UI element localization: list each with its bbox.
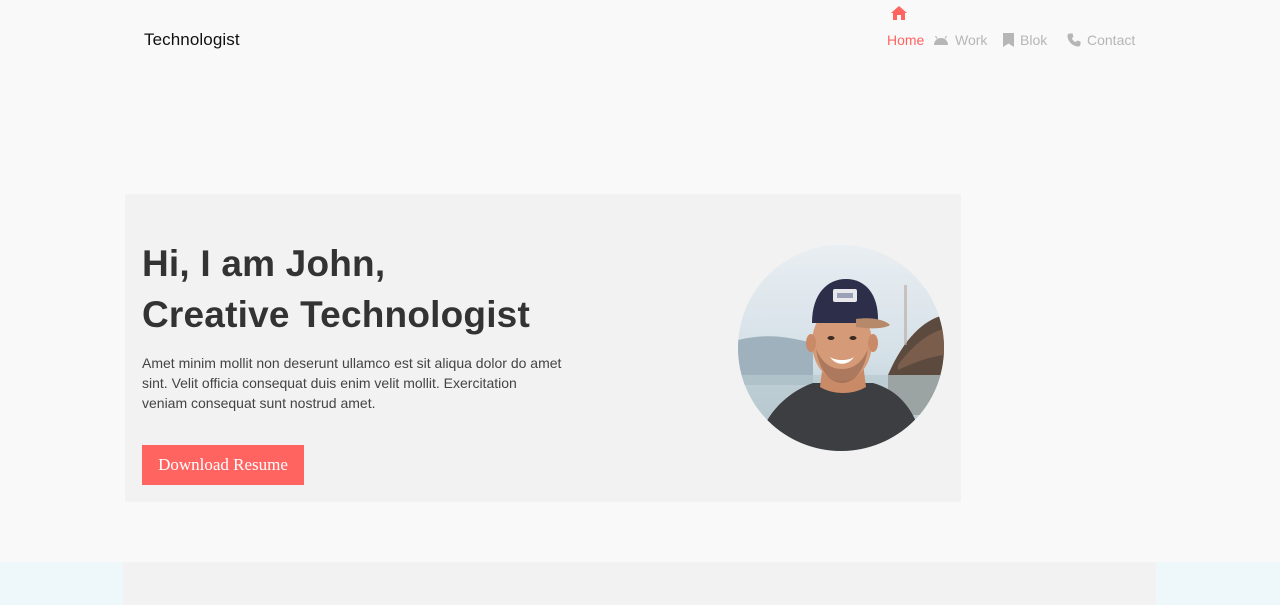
android-icon <box>933 35 949 45</box>
home-icon <box>890 5 908 21</box>
hero-title: Hi, I am John, Creative Technologist <box>142 238 530 340</box>
hero-description: Amet minim mollit non deserunt ullamco e… <box>142 355 562 411</box>
nav-contact[interactable]: Contact <box>1067 31 1135 49</box>
hero-title-line-2: Creative Technologist <box>142 294 530 335</box>
nav-work-label: Work <box>955 32 988 48</box>
phone-icon <box>1067 33 1081 47</box>
hero-title-line-1: Hi, I am John, <box>142 243 386 284</box>
download-resume-button[interactable]: Download Resume <box>142 445 304 485</box>
nav-home-label: Home <box>887 32 925 48</box>
brand-logo[interactable]: Technologist <box>144 30 240 50</box>
main-nav: Home Work Blok Contact <box>876 0 1146 60</box>
hero-card: Hi, I am John, Creative Technologist Ame… <box>125 194 961 502</box>
nav-home[interactable]: Home <box>881 6 925 49</box>
page: Technologist Home Work Blok Contact Hi, … <box>0 0 1280 605</box>
profile-photo <box>738 245 944 451</box>
nav-contact-label: Contact <box>1087 32 1136 48</box>
nav-work[interactable]: Work <box>933 31 987 49</box>
nav-blok[interactable]: Blok <box>1003 31 1047 49</box>
next-section-card <box>123 562 1156 605</box>
bookmark-icon <box>1003 33 1014 47</box>
nav-blok-label: Blok <box>1020 32 1048 48</box>
